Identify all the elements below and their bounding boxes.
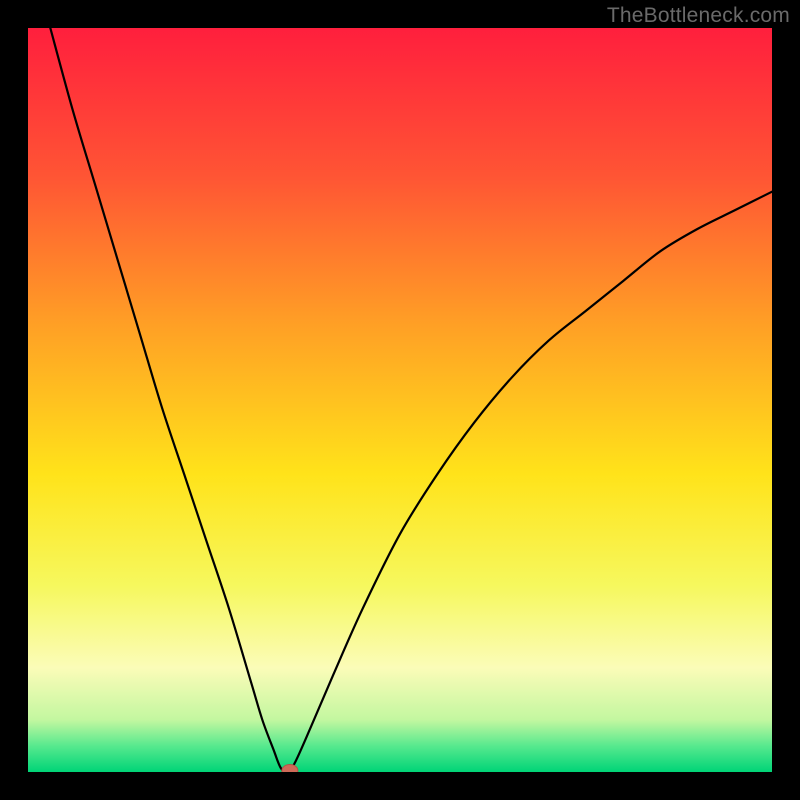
bottleneck-chart (28, 28, 772, 772)
watermark-text: TheBottleneck.com (607, 4, 790, 28)
chart-frame: TheBottleneck.com (0, 0, 800, 800)
plot-area (28, 28, 772, 772)
optimal-marker (282, 765, 298, 772)
